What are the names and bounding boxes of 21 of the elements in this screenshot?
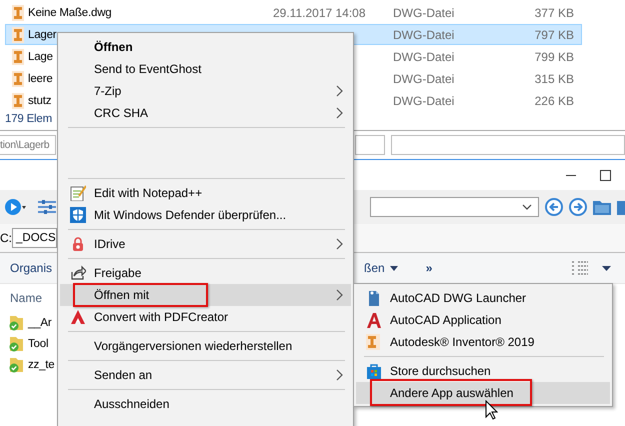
file-name: Lager xyxy=(28,28,58,40)
folder-name: __Ar xyxy=(28,316,52,328)
file-type: DWG-Datei xyxy=(393,6,456,20)
file-size: 799 KB xyxy=(534,50,575,64)
file-type: DWG-Datei xyxy=(393,72,456,86)
file-type: DWG-Datei xyxy=(393,50,456,64)
file-date: 29.11.2017 14:08 xyxy=(273,6,367,20)
file-size: 226 KB xyxy=(534,94,575,108)
drive-label: C: xyxy=(0,231,10,245)
file-size: 315 KB xyxy=(534,72,575,86)
status-text: 179 Elem xyxy=(5,113,52,125)
file-name: leere xyxy=(28,72,54,84)
file-size: 797 KB xyxy=(534,28,575,42)
file-name: Lage xyxy=(28,50,54,62)
file-type: DWG-Datei xyxy=(393,28,456,42)
folder-name: zz_te xyxy=(28,358,54,370)
file-name: Keine Maße.dwg xyxy=(28,6,112,18)
folder-name: Tool xyxy=(28,338,48,350)
file-type: DWG-Datei xyxy=(393,94,456,108)
file-name: stutz xyxy=(28,94,52,106)
file-size: 377 KB xyxy=(534,6,575,20)
